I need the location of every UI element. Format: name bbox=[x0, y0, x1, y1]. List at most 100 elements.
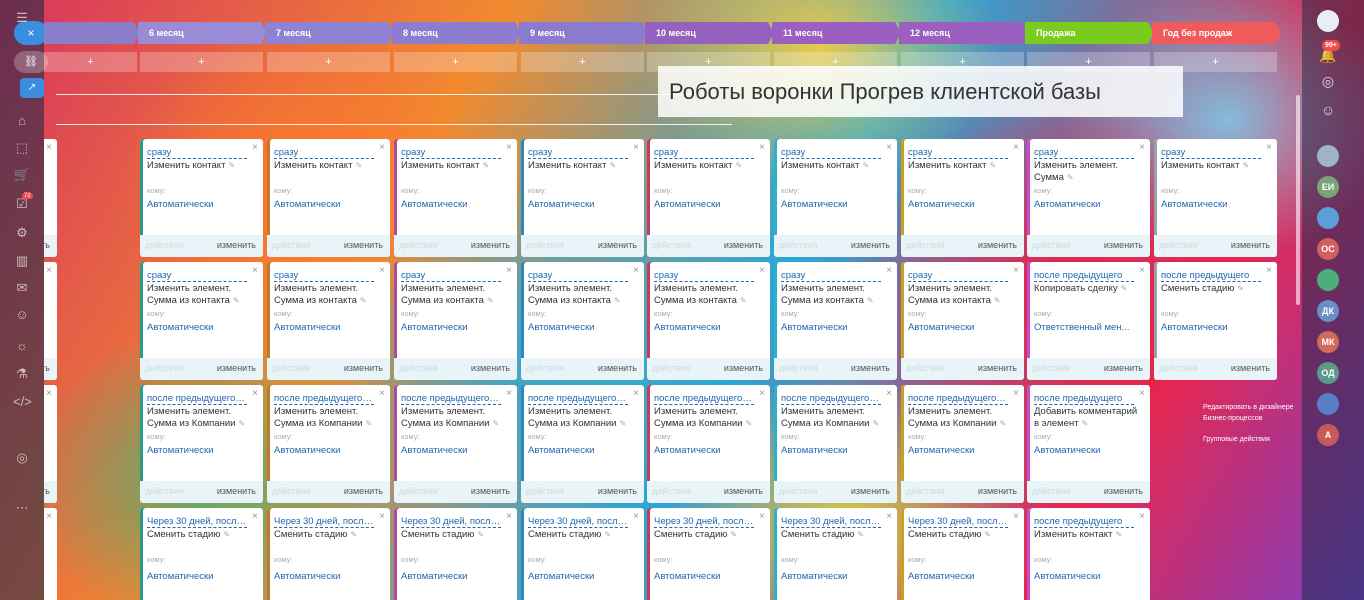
robot-card[interactable]: после предыдущего × Добавить комментарий в… bbox=[1027, 385, 1150, 503]
stage-10[interactable]: Год без продаж bbox=[1152, 22, 1281, 44]
edit-button[interactable]: изменить bbox=[598, 240, 637, 250]
link-icon[interactable]: ⛓ bbox=[14, 51, 48, 73]
edit-button[interactable]: изменить bbox=[471, 363, 510, 373]
robot-card[interactable]: Через 30 дней, после ... × Сменить стадию✎… bbox=[140, 508, 263, 600]
close-icon[interactable]: × bbox=[252, 265, 258, 276]
edit-button[interactable]: изменить bbox=[471, 486, 510, 496]
robot-trigger-link[interactable]: сразу bbox=[528, 147, 628, 159]
robot-card[interactable]: ×Изменить контакт✎кому:Автоматическидейс… bbox=[44, 139, 57, 257]
pencil-icon[interactable]: ✎ bbox=[350, 530, 357, 539]
pencil-icon[interactable]: ✎ bbox=[233, 296, 240, 305]
robot-card[interactable]: сразу × Изменить контакт ✎ кому: Автоматическ… bbox=[774, 139, 897, 257]
pencil-icon[interactable]: ✎ bbox=[223, 530, 230, 539]
pencil-icon[interactable]: ✎ bbox=[1121, 284, 1128, 293]
contact-avatar[interactable] bbox=[1317, 269, 1339, 291]
robot-card[interactable]: после предыдущего, п... × Изменить элемент… bbox=[774, 385, 897, 503]
robot-trigger-link[interactable]: Через 30 дней, после ... bbox=[781, 516, 881, 528]
settings-icon[interactable]: ⚙ bbox=[13, 225, 31, 241]
add-robot-button[interactable]: + bbox=[521, 52, 644, 72]
close-icon[interactable]: × bbox=[886, 388, 892, 399]
pencil-icon[interactable]: ✎ bbox=[857, 530, 864, 539]
robot-responsible[interactable]: Автоматически bbox=[654, 199, 764, 210]
edit-button[interactable]: изменить bbox=[851, 240, 890, 250]
pencil-icon[interactable]: ✎ bbox=[492, 419, 499, 428]
close-icon[interactable]: × bbox=[759, 511, 765, 522]
lab-icon[interactable]: ⚗ bbox=[13, 366, 31, 382]
add-robot-button[interactable]: + bbox=[44, 52, 137, 72]
robot-trigger-link[interactable]: Через 30 дней, после ... bbox=[654, 516, 754, 528]
robot-responsible[interactable]: Ответственный мен... bbox=[1034, 322, 1144, 333]
edit-button[interactable]: изменить bbox=[851, 486, 890, 496]
robot-card[interactable]: сразу × Изменить элемент. Сумма из контакт… bbox=[521, 262, 644, 380]
robot-responsible[interactable]: Автоматически bbox=[528, 571, 638, 582]
contact-avatar[interactable] bbox=[1317, 145, 1339, 167]
robot-trigger-link[interactable]: Через 30 дней, после ... bbox=[147, 516, 247, 528]
robot-trigger-link[interactable]: Через 30 дней, после ... bbox=[908, 516, 1008, 528]
robot-responsible[interactable]: Автоматически bbox=[781, 199, 891, 210]
pencil-icon[interactable]: ✎ bbox=[994, 296, 1001, 305]
mail-icon[interactable]: ✉ bbox=[13, 280, 31, 296]
robot-card[interactable]: сразу × Изменить элемент. Сумма из контакт… bbox=[140, 262, 263, 380]
robot-trigger-link[interactable]: после предыдущего, п... bbox=[654, 393, 754, 405]
pencil-icon[interactable]: ✎ bbox=[989, 161, 996, 170]
robot-trigger-link[interactable]: сразу bbox=[401, 147, 501, 159]
robot-trigger-link[interactable]: после предыдущего bbox=[1034, 393, 1134, 405]
user-avatar[interactable] bbox=[1317, 10, 1339, 32]
robot-card[interactable]: Через 30 дней, после ... × Сменить стадию✎… bbox=[394, 508, 517, 600]
contact-avatar[interactable]: А bbox=[1317, 424, 1339, 446]
robot-responsible[interactable]: Автоматически bbox=[1161, 199, 1271, 210]
edit-button[interactable]: изменить bbox=[1231, 363, 1270, 373]
chat-icon[interactable]: ☺ bbox=[1317, 99, 1339, 121]
edit-button[interactable]: изменить bbox=[217, 240, 256, 250]
pencil-icon[interactable]: ✎ bbox=[619, 419, 626, 428]
close-icon[interactable]: × bbox=[379, 388, 385, 399]
edit-in-designer-link[interactable]: Редактировать в дизайнере Бизнес-процесс… bbox=[1203, 402, 1302, 424]
close-icon[interactable]: × bbox=[1139, 142, 1145, 153]
edit-button[interactable]: изменить bbox=[724, 486, 763, 496]
close-icon[interactable]: × bbox=[379, 511, 385, 522]
contact-avatar[interactable]: МК bbox=[1317, 331, 1339, 353]
code-icon[interactable]: </> bbox=[13, 394, 32, 410]
pencil-icon[interactable]: ✎ bbox=[228, 161, 235, 170]
robot-card[interactable]: Через 30 дней, после ... × Сменить стадию✎… bbox=[774, 508, 897, 600]
edit-button[interactable]: изменить bbox=[598, 486, 637, 496]
robot-card[interactable]: сразу × Изменить элемент. Сумма из контакт… bbox=[774, 262, 897, 380]
robot-responsible[interactable]: Автоматически bbox=[44, 571, 51, 582]
robot-card[interactable]: сразу × Изменить элемент. Сумма из контакт… bbox=[394, 262, 517, 380]
orbit-icon[interactable]: ◎ bbox=[1317, 70, 1339, 92]
robot-card[interactable]: после предыдущего × Изменить контакт ✎ кому:… bbox=[1027, 508, 1150, 600]
contact-avatar[interactable]: ЕИ bbox=[1317, 176, 1339, 198]
pencil-icon[interactable]: ✎ bbox=[360, 296, 367, 305]
robot-responsible[interactable]: Автоматически bbox=[44, 322, 51, 333]
robot-responsible[interactable]: Автоматически bbox=[781, 571, 891, 582]
close-icon[interactable]: × bbox=[46, 142, 52, 153]
edit-button[interactable]: изменить bbox=[978, 486, 1017, 496]
robot-responsible[interactable]: Автоматически bbox=[401, 571, 511, 582]
pencil-icon[interactable]: ✎ bbox=[477, 530, 484, 539]
box-icon[interactable]: ⬚ bbox=[13, 140, 31, 156]
robot-card[interactable]: ×Изменить элемент. Сумма из контакта✎ком… bbox=[44, 262, 57, 380]
pencil-icon[interactable]: ✎ bbox=[487, 296, 494, 305]
robot-responsible[interactable]: Автоматически bbox=[1034, 445, 1144, 456]
add-robot-button[interactable]: + bbox=[140, 52, 263, 72]
edit-button[interactable]: изменить bbox=[724, 363, 763, 373]
more-icon[interactable]: ⋯ bbox=[13, 500, 31, 516]
robot-card[interactable]: сразу × Изменить контакт ✎ кому: Автоматическ… bbox=[267, 139, 390, 257]
close-icon[interactable]: × bbox=[1139, 265, 1145, 276]
robot-responsible[interactable]: Автоматически bbox=[274, 445, 384, 456]
robot-card[interactable]: после предыдущего, п... × Изменить элемент… bbox=[521, 385, 644, 503]
close-icon[interactable]: × bbox=[1013, 388, 1019, 399]
robot-responsible[interactable]: Автоматически bbox=[274, 322, 384, 333]
close-icon[interactable]: × bbox=[633, 142, 639, 153]
robot-trigger-link[interactable]: сразу bbox=[274, 147, 374, 159]
close-icon[interactable]: × bbox=[252, 511, 258, 522]
robot-trigger-link[interactable]: сразу bbox=[781, 147, 881, 159]
robot-trigger-link[interactable]: сразу bbox=[654, 147, 754, 159]
stage-1[interactable] bbox=[44, 22, 140, 44]
robot-card[interactable]: после предыдущего, п... × Изменить элемент… bbox=[267, 385, 390, 503]
robot-trigger-link[interactable]: после предыдущего, п... bbox=[528, 393, 628, 405]
pencil-icon[interactable]: ✎ bbox=[740, 296, 747, 305]
robot-trigger-link[interactable]: сразу bbox=[147, 270, 247, 282]
robot-responsible[interactable]: Автоматически bbox=[781, 322, 891, 333]
robot-responsible[interactable]: Автоматически bbox=[908, 571, 1018, 582]
